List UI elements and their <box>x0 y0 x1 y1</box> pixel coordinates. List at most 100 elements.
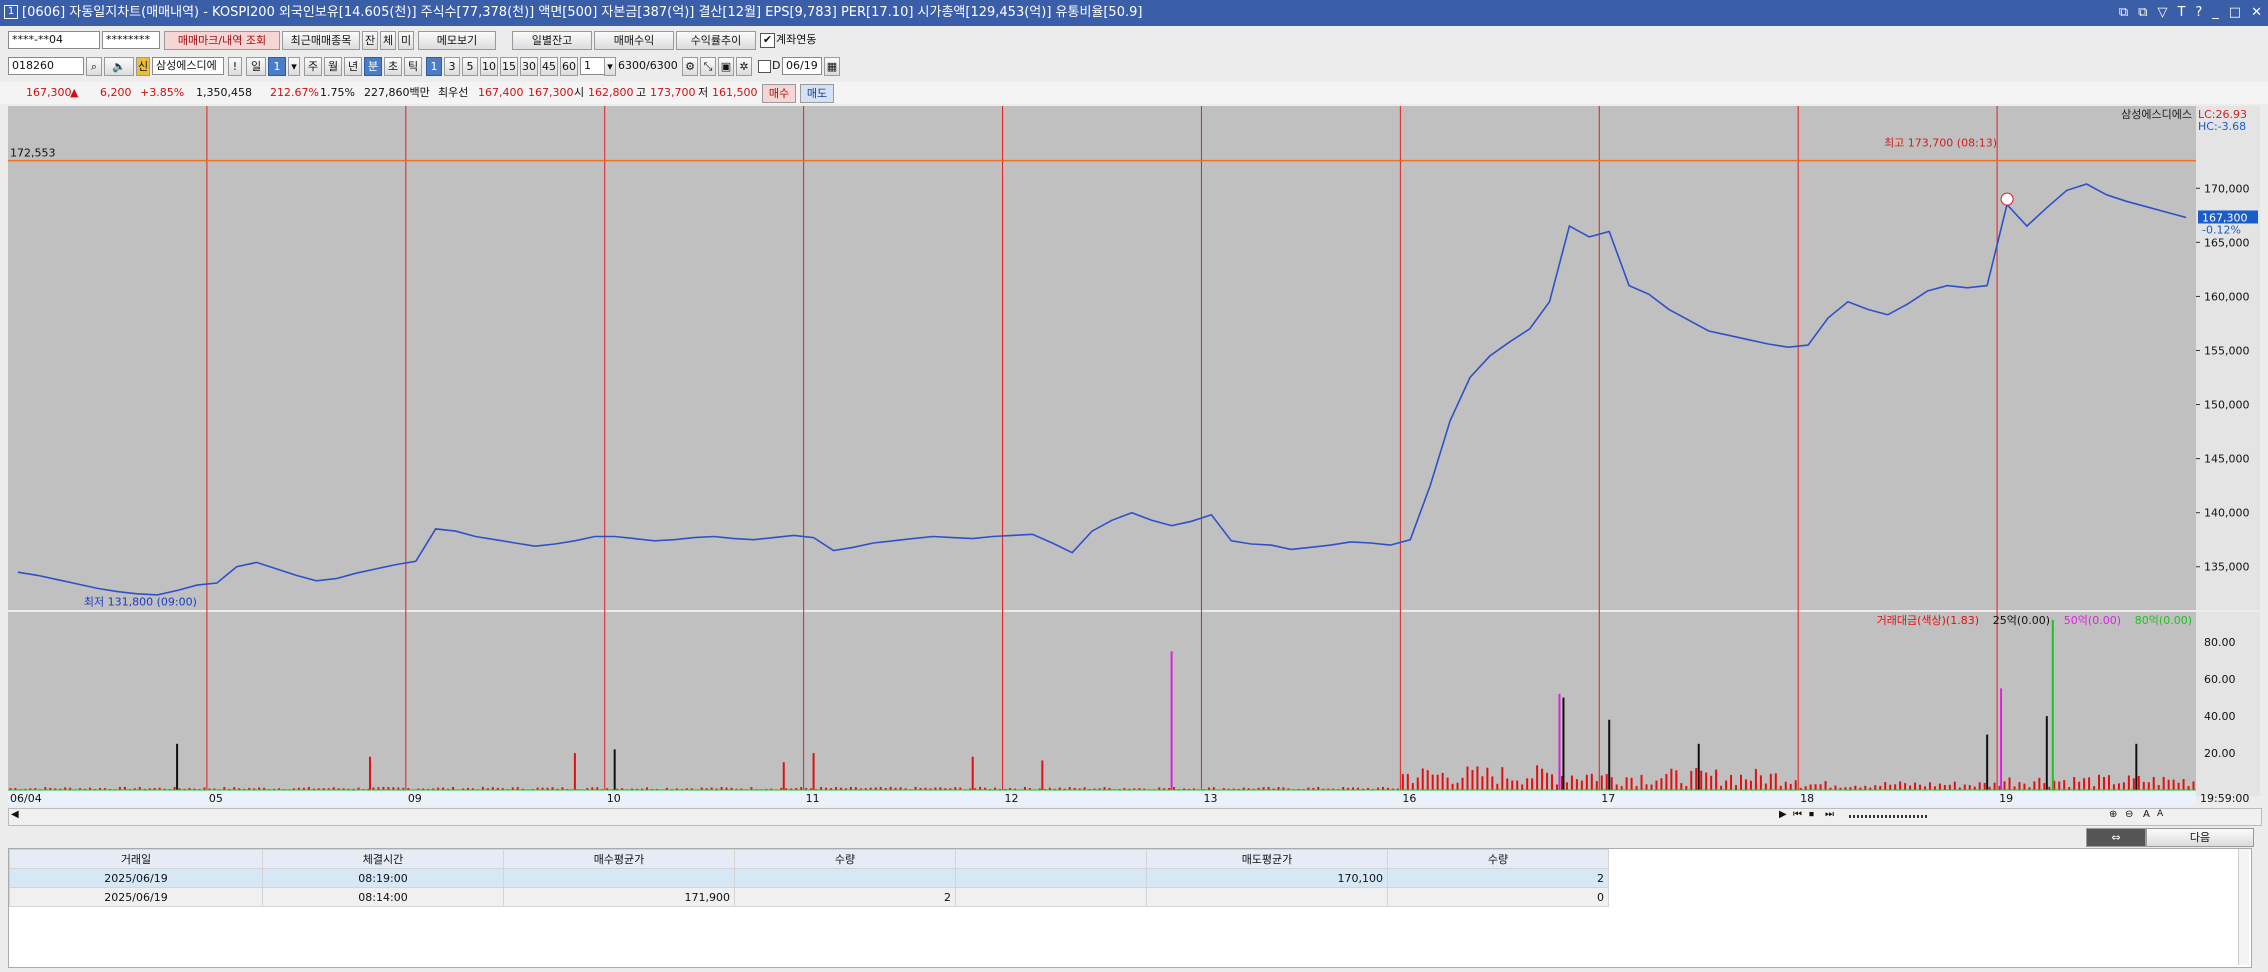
period-year-button[interactable]: 년 <box>344 57 362 76</box>
col-buy-qty[interactable]: 수량 <box>734 849 956 869</box>
recent-trades-button[interactable]: 최근매매종목 <box>282 31 360 50</box>
tile-icon[interactable]: ⧉ <box>2119 0 2128 26</box>
maximize-button[interactable]: □ <box>2229 0 2241 26</box>
price-chart[interactable]: 172,553 170,000 165,000 160,000 155,000 150,… <box>0 106 2268 806</box>
title-bar: 1 [0606] 자동일지차트(매매내역) - KOSPI200 외국인보유[1… <box>0 0 2268 26</box>
stock-name-field: 삼성에스디에 <box>152 57 224 75</box>
period-month-button[interactable]: 월 <box>324 57 342 76</box>
return-trend-button[interactable]: 수익률추이 <box>676 31 756 50</box>
max-price-label: 최고 173,700 (08:13) <box>1884 136 1997 149</box>
account-link-label: 계좌연동 <box>776 33 817 46</box>
interval-15-button[interactable]: 15 <box>500 57 518 76</box>
col-exec-time[interactable]: 체결시간 <box>262 849 504 869</box>
interval-30-button[interactable]: 30 <box>520 57 538 76</box>
trade-marker <box>2000 192 2014 206</box>
stock-code-input[interactable]: 018260 <box>8 57 84 75</box>
filled-button[interactable]: 체 <box>380 31 396 50</box>
bid-price: 167,300 <box>528 86 574 99</box>
interval-1-button[interactable]: 1 <box>426 57 442 76</box>
tools-icon[interactable]: ⤡ <box>700 57 716 76</box>
zoom-slider[interactable] <box>1849 815 1929 818</box>
high-label: 고 <box>636 86 647 99</box>
period-tick-button[interactable]: 틱 <box>404 57 422 76</box>
pin-icon[interactable]: ▽ <box>2157 0 2167 26</box>
col-sell-qty[interactable]: 수량 <box>1387 849 1609 869</box>
interval-10-button[interactable]: 10 <box>480 57 498 76</box>
sound-icon[interactable]: 🔈 <box>104 57 134 76</box>
x-tick-label: 05 <box>209 792 223 805</box>
col-sell-avg[interactable]: 매도평균가 <box>1146 849 1388 869</box>
interval-45-button[interactable]: 45 <box>540 57 558 76</box>
scroll-left-icon[interactable]: ◀ <box>11 809 19 820</box>
interval-5-button[interactable]: 5 <box>462 57 478 76</box>
credit-icon[interactable]: 신 <box>136 57 150 76</box>
password-field[interactable]: ******** <box>102 31 160 49</box>
daily-balance-button[interactable]: 일별잔고 <box>512 31 592 50</box>
chevron-down-icon[interactable]: ▾ <box>288 57 300 76</box>
date-checkbox[interactable] <box>758 60 771 73</box>
col-trade-date[interactable]: 거래일 <box>9 849 263 869</box>
trade-mark-query-button[interactable]: 매매마크/내역 조회 <box>164 31 280 50</box>
up-arrow-icon: ▲ <box>70 86 79 99</box>
alert-icon[interactable]: ! <box>228 57 242 76</box>
next-button[interactable]: 다음 <box>2146 828 2254 847</box>
toggle-panel-button[interactable]: ⇔ <box>2086 828 2146 847</box>
gear-icon[interactable]: ✲ <box>736 57 752 76</box>
y-tick-label: 165,000 <box>2204 236 2250 249</box>
interval-3-button[interactable]: 3 <box>444 57 460 76</box>
toolbar-account: ****-**04 ******** 매매마크/내역 조회 최근매매종목 잔 체… <box>0 29 2268 51</box>
table-scrollbar[interactable] <box>2238 849 2249 965</box>
stop-icon[interactable]: ⏹ <box>1809 809 1814 820</box>
trading-amount: 227,860백만 <box>364 86 430 99</box>
minimize-button[interactable]: _ <box>2212 0 2219 26</box>
close-button[interactable]: ✕ <box>2251 0 2262 26</box>
col-buy-avg[interactable]: 매수평균가 <box>503 849 735 869</box>
font-large-icon[interactable]: A <box>2143 809 2150 820</box>
font-small-icon[interactable]: A <box>2157 809 2163 819</box>
current-price: 167,300 <box>26 86 72 99</box>
volume-legend-item: 50억(0.00) <box>2064 614 2121 627</box>
period-week-button[interactable]: 주 <box>304 57 322 76</box>
zoom-in-icon[interactable]: ⊕ <box>2109 809 2117 820</box>
period-second-button[interactable]: 초 <box>384 57 402 76</box>
search-icon[interactable]: ⌕ <box>86 57 102 76</box>
period-day-count[interactable]: 1 <box>268 57 286 76</box>
settings-icon[interactable]: ⚙ <box>682 57 698 76</box>
account-link-checkbox[interactable]: ✔ <box>760 33 775 48</box>
x-tick-label: 19 <box>1999 792 2013 805</box>
cascade-icon[interactable]: ⧉ <box>2138 0 2147 26</box>
balance-button[interactable]: 잔 <box>362 31 378 50</box>
help-icon[interactable]: ? <box>2195 0 2202 26</box>
save-icon[interactable]: ▣ <box>718 57 734 76</box>
date-checkbox-label: D <box>772 59 781 72</box>
y-tick-label: 155,000 <box>2204 344 2250 357</box>
interval-60-button[interactable]: 60 <box>560 57 578 76</box>
period-day-button[interactable]: 일 <box>246 57 266 76</box>
account-select[interactable]: ****-**04 <box>8 31 100 49</box>
table-row[interactable]: 2025/06/19 08:14:00 171,900 2 0 <box>9 887 1609 907</box>
calendar-icon[interactable]: ▦ <box>824 57 840 76</box>
zoom-out-icon[interactable]: ⊖ <box>2125 809 2133 820</box>
reference-line-label: 172,553 <box>10 147 56 160</box>
buy-button[interactable]: 매수 <box>762 84 796 103</box>
chevron-down-icon[interactable]: ▾ <box>604 57 616 76</box>
scroll-right-icon[interactable]: ▶ <box>1779 809 1787 820</box>
current-change-label: -0.12% <box>2202 223 2241 236</box>
period-minute-button[interactable]: 분 <box>364 57 382 76</box>
font-icon[interactable]: T <box>2177 0 2185 26</box>
sell-button[interactable]: 매도 <box>800 84 834 103</box>
first-icon[interactable]: ⏮ <box>1793 809 1802 820</box>
memo-view-button[interactable]: 메모보기 <box>418 31 496 50</box>
last-icon[interactable]: ⏭ <box>1825 809 1834 820</box>
chart-scrollbar[interactable]: ◀ ▶ ⏮ ⏹ ⏭ ⊕ ⊖ A A <box>8 808 2262 826</box>
low-label: 저 <box>698 86 709 99</box>
unfilled-button[interactable]: 미 <box>398 31 414 50</box>
date-input[interactable]: 06/19 <box>782 57 822 75</box>
y-tick-label: 170,000 <box>2204 182 2250 195</box>
x-tick-label: 12 <box>1005 792 1019 805</box>
open-price: 162,800 <box>588 86 634 99</box>
table-row[interactable]: 2025/06/19 08:19:00 170,100 2 <box>9 868 1609 888</box>
x-tick-label: 18 <box>1800 792 1814 805</box>
volume-tick-label: 20.00 <box>2204 747 2236 760</box>
trade-profit-button[interactable]: 매매수익 <box>594 31 674 50</box>
